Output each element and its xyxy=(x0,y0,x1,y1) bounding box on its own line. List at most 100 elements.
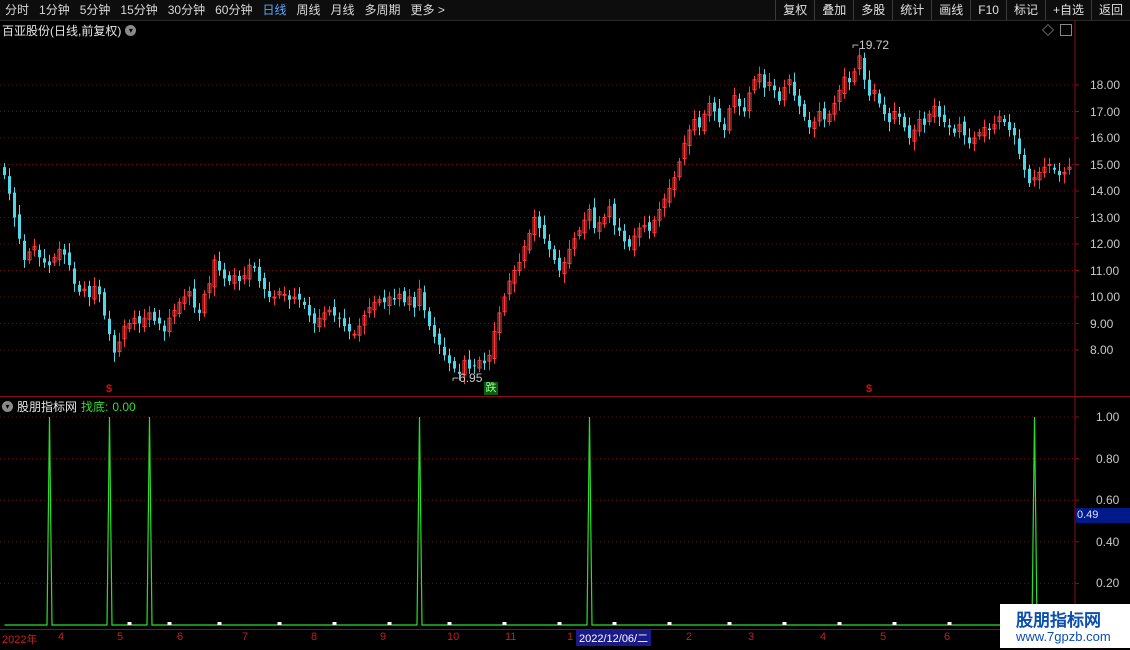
candle-body xyxy=(228,275,231,282)
month-tick-label: 10 xyxy=(447,631,460,643)
candle-body xyxy=(1053,167,1056,170)
candle-body xyxy=(158,317,161,324)
month-tick-label: 6 xyxy=(177,631,184,643)
candle-body xyxy=(963,121,966,136)
indicator-dot xyxy=(892,622,897,625)
candle-body xyxy=(943,114,946,123)
candle-body xyxy=(338,317,341,319)
candle-body xyxy=(403,291,406,303)
candle-body xyxy=(348,324,351,332)
candle-body xyxy=(343,318,346,327)
indicator-dot xyxy=(782,622,787,625)
price-tick-label: 10.00 xyxy=(1090,290,1121,304)
date-axis: 2022年 4 5 6 7 8 9 10 11 1 2 3 4 5 6 2022/12/06/二 xyxy=(0,630,1075,646)
candle-body xyxy=(593,207,596,229)
candle-body xyxy=(848,78,851,83)
candle-body xyxy=(448,355,451,364)
candle-body xyxy=(738,98,741,107)
candle-body xyxy=(428,311,431,327)
indicator-line-label: 找底: xyxy=(81,400,109,414)
candle-body xyxy=(823,108,826,120)
candle-body xyxy=(1018,138,1021,154)
candle-body xyxy=(108,318,111,335)
candle-body xyxy=(878,93,881,104)
month-tick-label: 5 xyxy=(117,631,124,643)
candle-body xyxy=(763,74,766,88)
month-tick-label: 3 xyxy=(748,631,755,643)
candle-body xyxy=(558,257,561,271)
candle-body xyxy=(968,137,971,144)
month-tick-label: 5 xyxy=(880,631,887,643)
signal-marker: $ xyxy=(866,383,873,395)
candle-body xyxy=(1058,170,1061,176)
price-tick-label: 15.00 xyxy=(1090,157,1121,172)
indicator-dot xyxy=(387,622,392,625)
candle-body xyxy=(863,57,866,80)
price-tick-label: 9.00 xyxy=(1090,316,1114,331)
candle-body xyxy=(468,359,471,369)
candle-body xyxy=(868,79,871,96)
candle-body xyxy=(88,285,91,297)
signal-marker: $ xyxy=(106,383,113,395)
watermark-url: www.7gpzb.com xyxy=(1016,629,1111,644)
candle-body xyxy=(282,293,287,296)
candle-body xyxy=(308,304,311,316)
price-tick-label: 16.00 xyxy=(1090,131,1121,145)
candle-body xyxy=(743,107,746,112)
candle-body xyxy=(443,346,446,356)
candle-body xyxy=(253,266,256,268)
candle-body xyxy=(423,292,426,311)
month-tick-label: 6 xyxy=(944,631,951,643)
price-tick-label: 12.00 xyxy=(1090,237,1121,251)
month-tick-label: 9 xyxy=(380,631,387,643)
indicator-tick-label: 0.20 xyxy=(1096,576,1120,591)
candle-body xyxy=(48,261,51,266)
month-tick-label: 1 xyxy=(567,631,574,643)
price-tick-label: 14.00 xyxy=(1090,184,1121,198)
candle-body xyxy=(303,301,306,305)
candle-body xyxy=(538,216,541,229)
indicator-dot xyxy=(612,622,617,625)
candle-body xyxy=(773,85,776,91)
candle-body xyxy=(13,192,16,218)
high-price-label: ⌐19.72 xyxy=(852,38,890,52)
indicator-dot xyxy=(447,622,452,625)
candle-body xyxy=(223,269,226,279)
indicator-dot xyxy=(727,622,732,625)
candle-body xyxy=(1003,118,1006,123)
candle-body xyxy=(808,119,811,128)
candle-body xyxy=(988,128,991,131)
candle-body xyxy=(483,360,486,364)
candle-body xyxy=(43,258,46,263)
candle-body xyxy=(103,292,106,316)
month-tick-label: 7 xyxy=(242,631,249,643)
cursor-date-label: 2022/12/06/二 xyxy=(576,630,652,646)
indicator-dot xyxy=(557,622,562,625)
month-tick-label: 4 xyxy=(58,631,65,643)
candle-body xyxy=(8,176,11,194)
candle-body xyxy=(138,316,141,324)
low-price-label: ⌐6.95 xyxy=(452,371,483,385)
chevron-down-icon[interactable]: ▾ xyxy=(2,401,13,412)
indicator-tick-label: 0.60 xyxy=(1096,493,1120,508)
candle-body xyxy=(798,95,801,107)
candle-body xyxy=(898,113,901,117)
price-tick-label: 11.00 xyxy=(1090,263,1120,278)
indicator-dot xyxy=(167,622,172,625)
candle-body xyxy=(352,333,357,336)
candle-body xyxy=(1023,154,1026,170)
candle-body xyxy=(272,296,277,299)
candle-body xyxy=(263,277,266,290)
candle-body xyxy=(548,240,551,250)
candle-body xyxy=(333,307,336,316)
candle-body xyxy=(433,325,436,337)
candle-body xyxy=(923,118,926,125)
indicator-dot xyxy=(947,622,952,625)
month-tick-label: 2 xyxy=(686,631,693,643)
candle-body xyxy=(438,333,441,345)
kline-chart[interactable] xyxy=(0,0,1130,650)
candle-body xyxy=(723,124,726,131)
indicator-line xyxy=(4,416,1070,626)
indicator-line-value: 0.00 xyxy=(112,399,136,414)
candle-body xyxy=(1008,122,1011,131)
